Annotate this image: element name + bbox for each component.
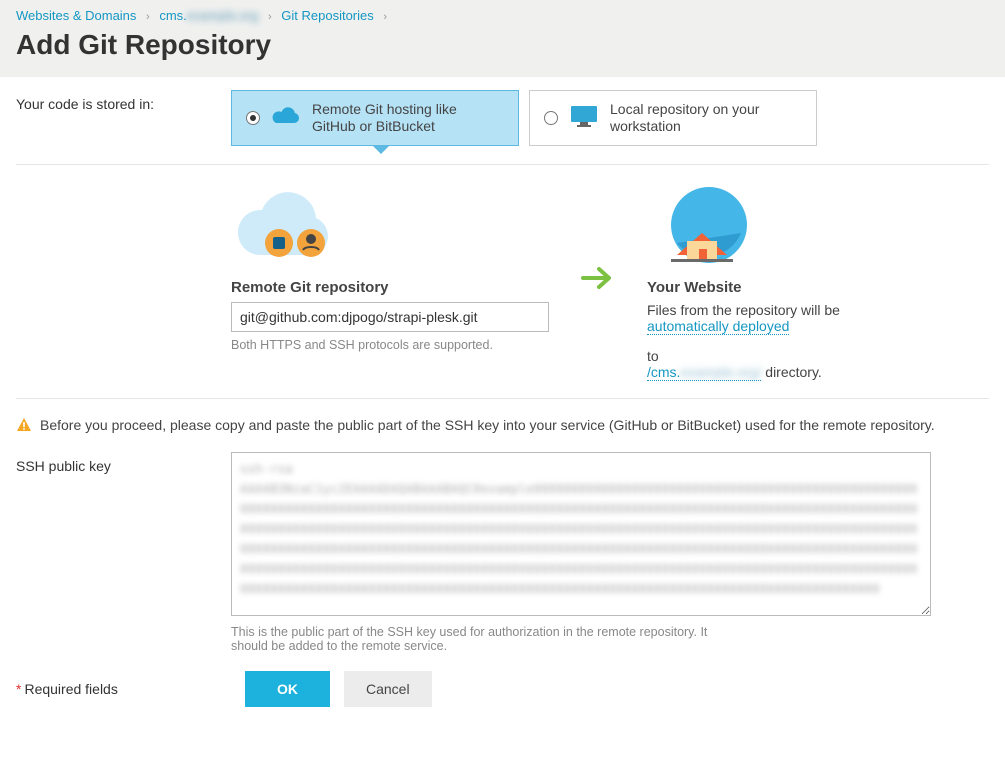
radio-icon bbox=[246, 111, 260, 125]
chevron-right-icon: › bbox=[383, 11, 387, 23]
breadcrumb-websites-domains[interactable]: Websites & Domains bbox=[16, 8, 136, 23]
divider bbox=[16, 164, 989, 165]
option-local-label: Local repository on your workstation bbox=[610, 101, 802, 135]
page-title: Add Git Repository bbox=[16, 29, 989, 61]
breadcrumb-domain[interactable]: cms.example.org bbox=[159, 8, 258, 23]
website-title: Your Website bbox=[647, 279, 989, 296]
website-directory: /cms.example.org/ directory. bbox=[647, 364, 989, 380]
page-header: Websites & Domains › cms.example.org › G… bbox=[0, 0, 1005, 78]
website-to: to bbox=[647, 348, 989, 364]
ssh-notice-text: Before you proceed, please copy and past… bbox=[40, 417, 935, 433]
arrow-icon bbox=[581, 183, 617, 380]
option-remote-label: Remote Git hosting like GitHub or BitBuc… bbox=[312, 101, 504, 135]
ok-button[interactable]: OK bbox=[245, 671, 330, 707]
remote-repo-hint: Both HTTPS and SSH protocols are support… bbox=[231, 338, 551, 352]
breadcrumb: Websites & Domains › cms.example.org › G… bbox=[16, 8, 989, 23]
directory-link[interactable]: /cms.example.org/ bbox=[647, 364, 761, 381]
asterisk: * bbox=[16, 681, 21, 697]
warning-icon bbox=[16, 417, 32, 436]
required-fields-label: *Required fields bbox=[16, 681, 231, 697]
cloud-illustration bbox=[231, 183, 551, 273]
ssh-key-label: SSH public key bbox=[16, 452, 231, 653]
radio-icon bbox=[544, 111, 558, 125]
storage-label: Your code is stored in: bbox=[16, 90, 231, 146]
website-desc-line1: Files from the repository will be bbox=[647, 302, 989, 318]
remote-repo-input[interactable] bbox=[231, 302, 549, 332]
chevron-right-icon: › bbox=[268, 11, 272, 23]
cloud-icon bbox=[270, 104, 302, 131]
cancel-button[interactable]: Cancel bbox=[344, 671, 432, 707]
ssh-key-hint: This is the public part of the SSH key u… bbox=[231, 625, 721, 653]
option-local-repo[interactable]: Local repository on your workstation bbox=[529, 90, 817, 146]
remote-repo-title: Remote Git repository bbox=[231, 279, 551, 296]
website-illustration bbox=[647, 183, 989, 273]
storage-options: Remote Git hosting like GitHub or BitBuc… bbox=[231, 90, 989, 146]
option-remote-hosting[interactable]: Remote Git hosting like GitHub or BitBuc… bbox=[231, 90, 519, 146]
chevron-right-icon: › bbox=[146, 11, 150, 23]
ssh-key-textarea[interactable] bbox=[231, 452, 931, 616]
breadcrumb-git-repos[interactable]: Git Repositories bbox=[281, 8, 373, 23]
monitor-icon bbox=[568, 104, 600, 131]
ssh-notice: Before you proceed, please copy and past… bbox=[16, 417, 989, 436]
auto-deploy-link[interactable]: automatically deployed bbox=[647, 318, 789, 335]
divider bbox=[16, 398, 989, 399]
